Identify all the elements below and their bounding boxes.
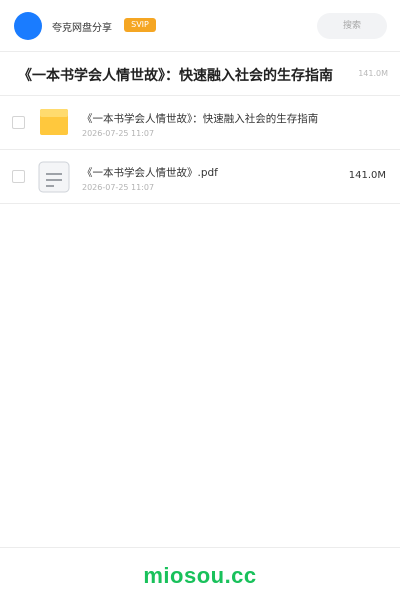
file-name[interactable]: 《一本书学会人情世故》.pdf <box>82 165 218 180</box>
top-bar: 夸克网盘分享 SVIP 搜索 <box>0 0 400 52</box>
file-checkbox[interactable] <box>12 170 25 183</box>
file-row-pdf[interactable]: 《一本书学会人情世故》.pdf 2026-07-25 11:07 141.0M <box>0 150 400 204</box>
file-size: 141.0M <box>348 170 386 181</box>
file-date: 2026-07-25 11:07 <box>82 129 155 138</box>
file-checkbox[interactable] <box>12 116 25 129</box>
app-name: 夸克网盘分享 <box>52 23 112 34</box>
folder-icon <box>40 109 68 135</box>
file-row-folder[interactable]: 《一本书学会人情世故》：快速融入社会的生存指南 2026-07-25 11:07 <box>0 96 400 150</box>
search-input[interactable]: 搜索 <box>317 13 387 39</box>
document-icon <box>38 161 70 193</box>
file-name[interactable]: 《一本书学会人情世故》：快速融入社会的生存指南 <box>82 111 318 126</box>
file-date: 2026-07-25 11:07 <box>82 183 155 192</box>
footer: miosou.cc <box>0 547 400 600</box>
avatar[interactable] <box>14 12 42 40</box>
svip-badge[interactable]: SVIP <box>124 18 156 32</box>
brand-logo[interactable]: miosou.cc <box>0 563 400 589</box>
share-title-bar: 《一本书学会人情世故》：快速融入社会的生存指南 141.0M <box>0 52 400 96</box>
share-total-size: 141.0M <box>358 69 388 78</box>
page-title: 《一本书学会人情世故》：快速融入社会的生存指南 <box>18 68 333 84</box>
